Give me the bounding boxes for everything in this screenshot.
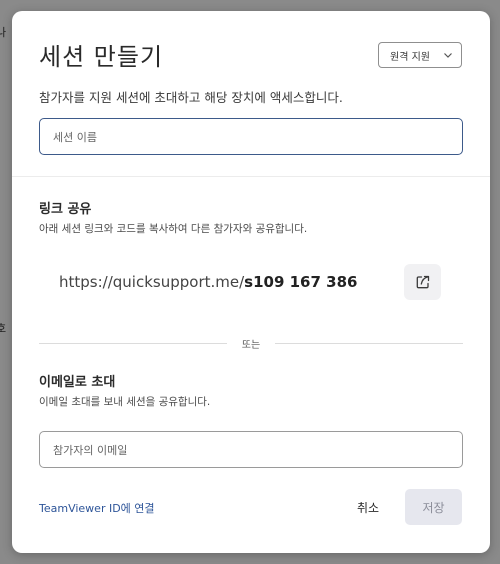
- email-invite-description: 이메일 초대를 보내 세션을 공유합니다.: [39, 396, 211, 408]
- dialog-description: 참가자를 지원 세션에 초대하고 해당 장치에 액세스합니다.: [39, 90, 343, 105]
- session-mode-value: 원격 지원: [390, 51, 430, 63]
- create-session-dialog: 세션 만들기 원격 지원 참가자를 지원 세션에 초대하고 해당 장치에 액세스…: [12, 11, 490, 553]
- participant-email-placeholder: 참가자의 이메일: [53, 443, 128, 457]
- background-text-fragment: 호: [0, 322, 7, 335]
- session-link[interactable]: https://quicksupport.me/s109 167 386: [59, 273, 357, 291]
- or-line-right: [275, 343, 463, 344]
- share-link-button[interactable]: [404, 264, 441, 300]
- cancel-button[interactable]: 취소: [345, 491, 391, 523]
- background-text-fragment: 나: [0, 26, 7, 39]
- connect-teamviewer-id-link[interactable]: TeamViewer ID에 연결: [39, 500, 155, 516]
- link-share-description: 아래 세션 링크와 코드를 복사하여 다른 참가자와 공유합니다.: [39, 223, 308, 235]
- share-icon: [416, 275, 429, 289]
- chevron-down-icon: [444, 53, 452, 58]
- link-share-title: 링크 공유: [39, 202, 92, 217]
- session-mode-select[interactable]: 원격 지원: [378, 42, 462, 68]
- participant-email-input[interactable]: 참가자의 이메일: [39, 431, 463, 468]
- session-name-input[interactable]: 세션 이름: [39, 118, 463, 155]
- email-invite-title: 이메일로 초대: [39, 375, 116, 390]
- dialog-title: 세션 만들기: [39, 43, 164, 71]
- session-name-placeholder: 세션 이름: [53, 130, 97, 144]
- section-divider: [12, 176, 490, 177]
- or-separator: 또는: [39, 336, 463, 351]
- session-link-prefix: https://quicksupport.me/: [59, 273, 245, 291]
- session-code: s109 167 386: [244, 273, 358, 291]
- save-button[interactable]: 저장: [405, 489, 462, 525]
